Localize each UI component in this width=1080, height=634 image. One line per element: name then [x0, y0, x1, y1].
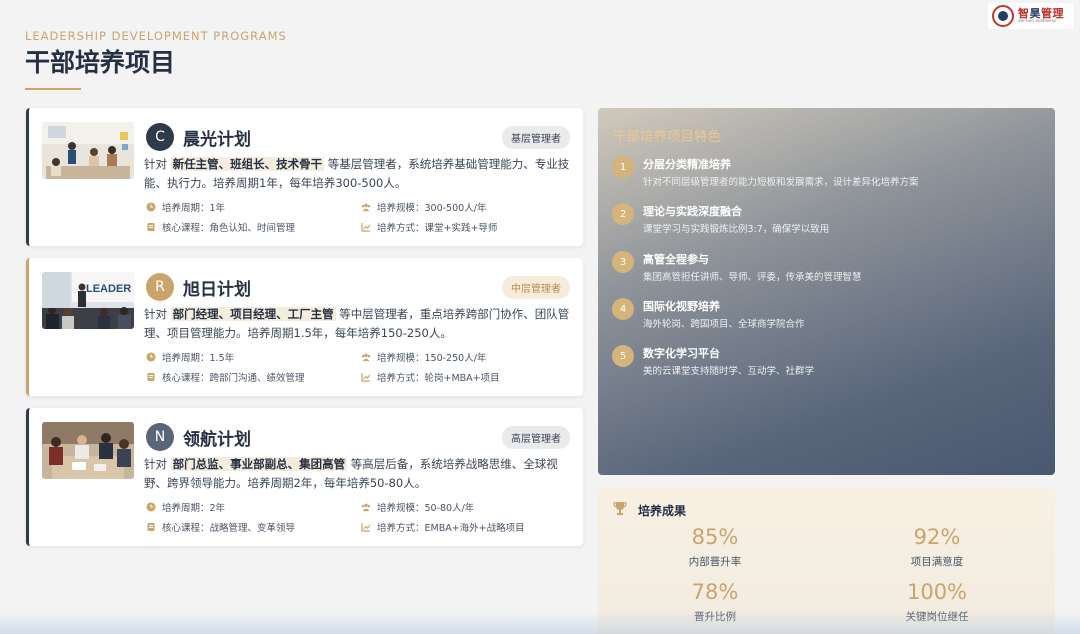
- program-name: 晨光计划: [183, 130, 251, 150]
- stat-item: 78% 晋升比例: [640, 582, 790, 624]
- svg-text:LEADER: LEADER: [86, 283, 131, 295]
- program-level-tag: 高层管理者: [502, 426, 570, 449]
- clock-icon: [146, 502, 156, 512]
- stat-value: 92%: [913, 525, 961, 549]
- feature-desc: 课堂学习与实践锻炼比例3:7，确保学以致用: [643, 224, 830, 235]
- feature-desc: 集团高管担任讲师、导师、评委，传承美的管理智慧: [643, 272, 862, 283]
- meta-scale: 培养规模：300-500人/年: [361, 200, 486, 214]
- logo-name: 智昊管理: [1018, 7, 1064, 21]
- meta-courses: 核心课程：跨部门沟通、绩效管理: [146, 370, 305, 384]
- program-level-tag: 基层管理者: [502, 126, 570, 149]
- features-panel: 干部培养项目特色 1 分层分类精准培养 针对不同层级管理者的能力短板和发展需求，…: [598, 108, 1055, 475]
- stat-label: 关键岗位继任: [905, 611, 969, 623]
- program-badge: R: [146, 273, 174, 301]
- feature-title: 高管全程参与: [643, 253, 709, 266]
- program-card-chenguang[interactable]: C 晨光计划 基层管理者 针对 新任主管、班组长、技术骨干 等基层管理者，系统培…: [26, 108, 583, 246]
- stat-value: 85%: [691, 525, 739, 549]
- book-icon: [146, 372, 156, 382]
- stat-item: 85% 内部晋升率: [640, 527, 790, 569]
- results-panel: 培养成果 85% 内部晋升率 92% 项目满意度 78% 晋升比例 100% 关…: [598, 487, 1055, 634]
- page-title: 干部培养项目: [25, 48, 176, 77]
- stat-label: 晋升比例: [694, 611, 736, 623]
- program-level-tag: 中层管理者: [502, 276, 570, 299]
- program-photo: [42, 122, 134, 179]
- chart-line-icon: [361, 522, 371, 532]
- feature-desc: 海外轮岗、跨国项目、全球商学院合作: [643, 319, 805, 330]
- features-title: 干部培养项目特色: [613, 129, 721, 145]
- meta-cycle: 培养周期：1年: [146, 200, 225, 214]
- meta-courses: 核心课程：战略管理、变革领导: [146, 520, 295, 534]
- header-subtitle: LEADERSHIP DEVELOPMENT PROGRAMS: [25, 29, 287, 43]
- feature-title: 分层分类精准培养: [643, 158, 731, 171]
- stat-value: 100%: [906, 580, 968, 604]
- program-badge: N: [146, 423, 174, 451]
- logo-seal-icon: [992, 5, 1014, 27]
- feature-number: 3: [612, 251, 634, 273]
- clock-icon: [146, 352, 156, 362]
- feature-number: 1: [612, 156, 634, 178]
- chart-line-icon: [361, 372, 371, 382]
- feature-desc: 针对不同层级管理者的能力短板和发展需求，设计差异化培养方案: [643, 177, 919, 188]
- program-card-linghang[interactable]: N 领航计划 高层管理者 针对 部门总监、事业部副总、集团高管 等高层后备，系统…: [26, 408, 583, 546]
- feature-number: 2: [612, 203, 634, 225]
- meta-scale: 培养规模：50-80人/年: [361, 500, 474, 514]
- feature-title: 国际化视野培养: [643, 300, 720, 313]
- stat-item: 92% 项目满意度: [862, 527, 1012, 569]
- feature-number: 4: [612, 298, 634, 320]
- meta-courses: 核心课程：角色认知、时间管理: [146, 220, 295, 234]
- meta-scale: 培养规模：150-250人/年: [361, 350, 486, 364]
- people-icon: [361, 202, 371, 212]
- results-title: 培养成果: [638, 504, 687, 518]
- stat-value: 78%: [691, 580, 739, 604]
- program-photo: LEADER: [42, 272, 134, 329]
- chart-line-icon: [361, 222, 371, 232]
- trophy-icon: [612, 500, 628, 520]
- book-icon: [146, 522, 156, 532]
- clock-icon: [146, 202, 156, 212]
- program-badge: C: [146, 123, 174, 151]
- feature-title: 数字化学习平台: [643, 347, 720, 360]
- stat-label: 项目满意度: [910, 556, 964, 568]
- feature-title: 理论与实践深度融合: [643, 205, 742, 218]
- program-card-xuri[interactable]: LEADER R 旭日计划 中层管理者 针对 部门经理、项目经理、工厂主管 等中…: [26, 258, 583, 396]
- meta-method: 培养方式：EMBA+海外+战略项目: [361, 520, 525, 534]
- meta-method: 培养方式：课堂+实践+导师: [361, 220, 497, 234]
- program-description: 针对 新任主管、班组长、技术骨干 等基层管理者，系统培养基础管理能力、专业技能、…: [144, 157, 570, 190]
- feature-number: 5: [612, 345, 634, 367]
- book-icon: [146, 222, 156, 232]
- feature-desc: 美的云课堂支持随时学、互动学、社群学: [643, 366, 815, 377]
- meta-method: 培养方式：轮岗+MBA+项目: [361, 370, 500, 384]
- program-photo: [42, 422, 134, 479]
- title-underline: [25, 88, 81, 90]
- program-description: 针对 部门总监、事业部副总、集团高管 等高层后备，系统培养战略思维、全球视野、跨…: [144, 457, 558, 490]
- meta-cycle: 培养周期：2年: [146, 500, 225, 514]
- people-icon: [361, 502, 371, 512]
- stat-item: 100% 关键岗位继任: [862, 582, 1012, 624]
- people-icon: [361, 352, 371, 362]
- meta-cycle: 培养周期：1.5年: [146, 350, 234, 364]
- company-logo: 智昊管理 ZHI HAO SUPERVISE: [988, 3, 1074, 29]
- program-name: 旭日计划: [183, 280, 251, 300]
- logo-english: ZHI HAO SUPERVISE: [1018, 19, 1057, 24]
- stat-label: 内部晋升率: [688, 556, 742, 568]
- program-name: 领航计划: [183, 430, 251, 450]
- program-description: 针对 部门经理、项目经理、工厂主管 等中层管理者，重点培养跨部门协作、团队管理、…: [144, 307, 570, 340]
